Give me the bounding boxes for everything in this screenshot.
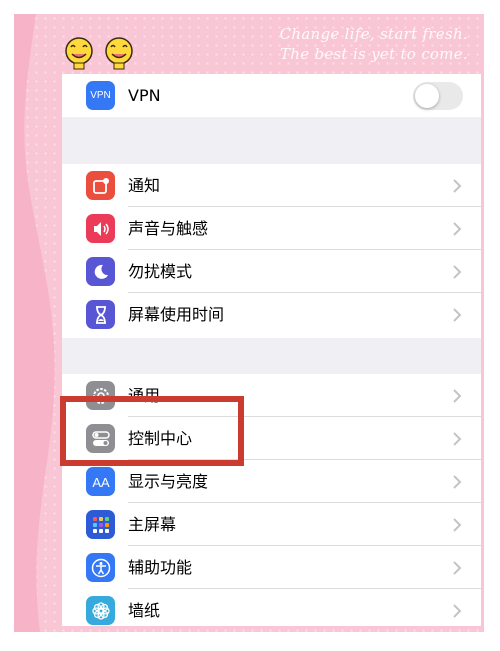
sounds-icon xyxy=(86,214,115,243)
vpn-icon: VPN xyxy=(86,81,115,110)
pink-background-frame: Change life, start fresh. The best is ye… xyxy=(14,14,484,632)
settings-row-screen-time[interactable]: 屏幕使用时间 xyxy=(62,293,481,336)
vpn-icon-text: VPN xyxy=(90,90,111,101)
chevron-right-icon xyxy=(453,475,462,489)
tagline: Change life, start fresh. The best is ye… xyxy=(280,24,468,64)
settings-group-notifications: 通知 声音与触感 勿扰模式 屏幕使用时间 xyxy=(62,164,481,338)
settings-row-do-not-disturb[interactable]: 勿扰模式 xyxy=(62,250,481,293)
settings-row-label: 屏幕使用时间 xyxy=(128,305,225,324)
chevron-right-icon xyxy=(453,389,462,403)
settings-row-display[interactable]: AA 显示与亮度 xyxy=(62,460,481,503)
settings-group-vpn: VPN VPN xyxy=(62,74,481,117)
display-icon: AA xyxy=(86,467,115,496)
highlight-box-control-center xyxy=(60,396,244,466)
chevron-right-icon xyxy=(453,432,462,446)
settings-row-label: 勿扰模式 xyxy=(128,262,193,281)
accessibility-icon xyxy=(86,553,115,582)
settings-row-vpn[interactable]: VPN VPN xyxy=(62,74,481,117)
wallpaper-icon xyxy=(86,596,115,625)
toggle-knob xyxy=(415,84,439,108)
settings-row-label: 辅助功能 xyxy=(128,558,193,577)
settings-row-accessibility[interactable]: 辅助功能 xyxy=(62,546,481,589)
settings-row-label: 显示与亮度 xyxy=(128,472,209,491)
smiley-face-icon xyxy=(105,37,133,70)
tagline-line-1: Change life, start fresh. xyxy=(279,25,468,43)
settings-row-label: 声音与触感 xyxy=(128,219,209,238)
chevron-right-icon xyxy=(453,265,462,279)
smiley-face-icon xyxy=(65,37,93,70)
chevron-right-icon xyxy=(453,179,462,193)
settings-panel: VPN VPN 通知 声音与触感 勿扰模式 屏幕使用时间 通用 控制中心 AA … xyxy=(62,74,481,626)
settings-row-home-screen[interactable]: 主屏幕 xyxy=(62,503,481,546)
settings-row-sounds[interactable]: 声音与触感 xyxy=(62,207,481,250)
settings-row-wallpaper[interactable]: 墙纸 xyxy=(62,589,481,626)
hourglass-icon xyxy=(86,300,115,329)
chevron-right-icon xyxy=(453,604,462,618)
tagline-line-2: The best is yet to come. xyxy=(279,45,468,63)
notifications-icon xyxy=(86,171,115,200)
chevron-right-icon xyxy=(453,518,462,532)
moon-icon xyxy=(86,257,115,286)
chevron-right-icon xyxy=(453,561,462,575)
settings-row-notifications[interactable]: 通知 xyxy=(62,164,481,207)
settings-row-label: 墙纸 xyxy=(128,601,161,620)
settings-row-label: 主屏幕 xyxy=(128,515,177,534)
svg-text:AA: AA xyxy=(92,475,110,490)
settings-row-label: VPN xyxy=(128,86,161,105)
settings-row-label: 通知 xyxy=(128,176,161,195)
vpn-toggle[interactable] xyxy=(413,82,463,110)
chevron-right-icon xyxy=(453,308,462,322)
chevron-right-icon xyxy=(453,222,462,236)
home-screen-icon xyxy=(86,510,115,539)
